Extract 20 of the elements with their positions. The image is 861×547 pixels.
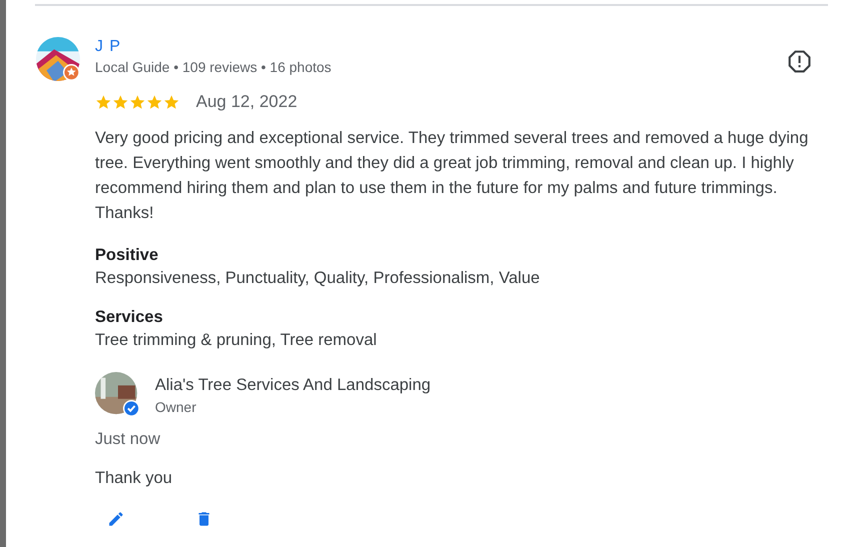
report-icon[interactable]	[787, 49, 812, 74]
owner-name: Alia's Tree Services And Landscaping	[155, 376, 431, 394]
star-icon	[129, 94, 146, 110]
reply-text: Thank you	[95, 469, 174, 488]
star-icon	[95, 94, 112, 110]
pencil-icon[interactable]	[107, 510, 125, 528]
section-value: Tree trimming & pruning, Tree removal	[95, 331, 378, 350]
reply-time: Just now	[95, 430, 162, 449]
section-value: Responsiveness, Punctuality, Quality, Professionalism, Value	[95, 269, 541, 288]
review-text: Very good pricing and exceptional service. They trimmed several trees and removed a huge dying tree. Everything went smoothly and they did a great job trimming, removal and clean up. I highly recommend hiring them and plan to use them in the future for my palms and future trimmings. Thanks!	[95, 128, 810, 224]
section-heading: Services	[95, 308, 164, 327]
section-heading: Positive	[95, 246, 160, 265]
star-icon	[112, 94, 129, 110]
reviewer-name[interactable]: J P	[95, 38, 787, 56]
star-icon	[146, 94, 163, 110]
star-icon	[163, 94, 180, 110]
owner-avatar-icon	[95, 372, 141, 418]
review-date: Aug 12, 2022	[196, 92, 298, 112]
owner-role: Owner	[155, 398, 198, 414]
reviewer-meta: Local Guide • 109 reviews • 16 photos	[95, 59, 332, 75]
